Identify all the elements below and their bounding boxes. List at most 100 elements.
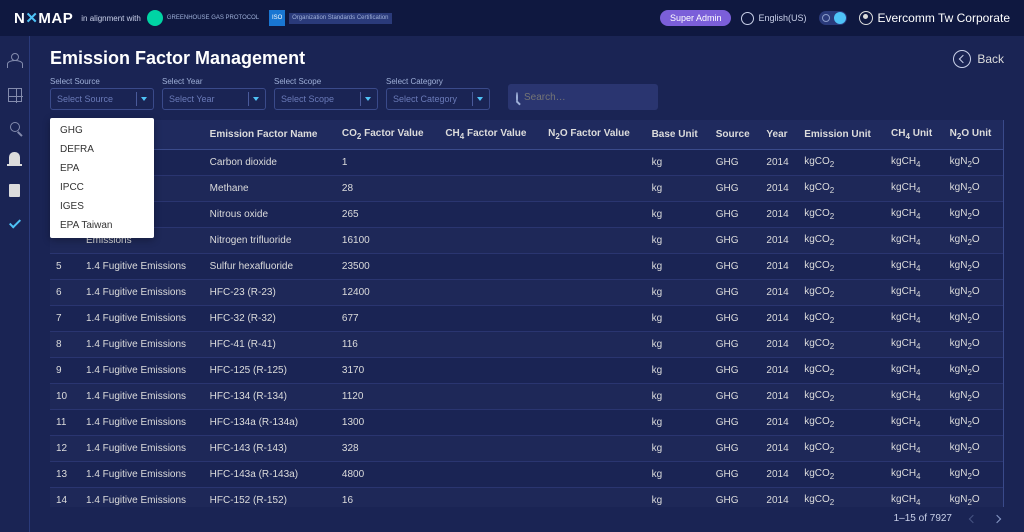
cell: kg: [646, 436, 710, 462]
cell: Sulfur hexafluoride: [204, 254, 336, 280]
cell: kgCO2: [798, 358, 885, 384]
cell: Carbon dioxide: [204, 150, 336, 176]
theme-toggle[interactable]: [819, 11, 847, 25]
cell: [439, 306, 542, 332]
dropdown-item[interactable]: IPCC: [50, 178, 154, 197]
cell: kgCO2: [798, 150, 885, 176]
back-arrow-icon[interactable]: [953, 50, 971, 68]
cell: kg: [646, 410, 710, 436]
table-row[interactable]: EmissionsMethane28kgGHG2014kgCO2kgCH4kgN…: [50, 176, 1003, 202]
filter-category-label: Select Category: [386, 77, 490, 86]
cell: GHG: [710, 176, 761, 202]
filter-scope-select[interactable]: Select Scope: [274, 88, 378, 110]
table-scroll[interactable]: #CategoryEmission Factor NameCO2 Factor …: [50, 120, 1004, 507]
nav-grid-icon[interactable]: [8, 88, 22, 102]
cell: kgCO2: [798, 254, 885, 280]
table-row[interactable]: 71.4 Fugitive EmissionsHFC-32 (R-32)677k…: [50, 306, 1003, 332]
cell: 10: [50, 384, 80, 410]
column-header[interactable]: N2O Factor Value: [542, 120, 645, 150]
table-row[interactable]: 91.4 Fugitive EmissionsHFC-125 (R-125)31…: [50, 358, 1003, 384]
cell: kg: [646, 176, 710, 202]
cell: 2014: [760, 150, 798, 176]
dropdown-item[interactable]: GHG: [50, 121, 154, 140]
table-row[interactable]: 51.4 Fugitive EmissionsSulfur hexafluori…: [50, 254, 1003, 280]
role-badge[interactable]: Super Admin: [660, 10, 732, 26]
cell: kgCO2: [798, 306, 885, 332]
cell: 2014: [760, 280, 798, 306]
nav-bell-icon[interactable]: [9, 152, 20, 164]
pagination-next-button[interactable]: [993, 514, 1001, 522]
cell: 14: [50, 488, 80, 508]
cell: kgN2O: [944, 176, 1003, 202]
cell: HFC-143a (R-143a): [204, 462, 336, 488]
column-header[interactable]: Year: [760, 120, 798, 150]
column-header[interactable]: Emission Unit: [798, 120, 885, 150]
nav-search-icon[interactable]: [10, 122, 20, 132]
cell: [439, 228, 542, 254]
cell: [542, 436, 645, 462]
cell: kgCO2: [798, 436, 885, 462]
cell: kg: [646, 280, 710, 306]
cell: HFC-32 (R-32): [204, 306, 336, 332]
table-row[interactable]: 101.4 Fugitive EmissionsHFC-134 (R-134)1…: [50, 384, 1003, 410]
filter-year-select[interactable]: Select Year: [162, 88, 266, 110]
table-row[interactable]: EmissionsNitrogen trifluoride16100kgGHG2…: [50, 228, 1003, 254]
filter-year-label: Select Year: [162, 77, 266, 86]
nav-user-icon[interactable]: [7, 60, 23, 68]
table-row[interactable]: 111.4 Fugitive EmissionsHFC-134a (R-134a…: [50, 410, 1003, 436]
cell: kgN2O: [944, 410, 1003, 436]
filter-source-select[interactable]: Select Source: [50, 88, 154, 110]
cell: 2014: [760, 488, 798, 508]
chevron-down-icon: [477, 97, 483, 101]
nav-file-icon[interactable]: [9, 184, 20, 197]
column-header[interactable]: CH4 Unit: [885, 120, 944, 150]
cell: kgCO2: [798, 384, 885, 410]
dropdown-item[interactable]: DEFRA: [50, 140, 154, 159]
cell: Methane: [204, 176, 336, 202]
cell: [542, 462, 645, 488]
cell: [542, 202, 645, 228]
column-header[interactable]: CO2 Factor Value: [336, 120, 439, 150]
cell: [542, 384, 645, 410]
table-row[interactable]: 61.4 Fugitive EmissionsHFC-23 (R-23)1240…: [50, 280, 1003, 306]
column-header[interactable]: Emission Factor Name: [204, 120, 336, 150]
column-header[interactable]: N2O Unit: [944, 120, 1003, 150]
dropdown-item[interactable]: EPA Taiwan: [50, 216, 154, 235]
pagination-prev-button[interactable]: [969, 514, 977, 522]
nav-check-icon[interactable]: [9, 217, 20, 231]
table-row[interactable]: 81.4 Fugitive EmissionsHFC-41 (R-41)116k…: [50, 332, 1003, 358]
column-header[interactable]: Base Unit: [646, 120, 710, 150]
cell: HFC-125 (R-125): [204, 358, 336, 384]
filter-category-select[interactable]: Select Category: [386, 88, 490, 110]
user-name[interactable]: Evercomm Tw Corporate: [878, 11, 1011, 25]
cell: kgN2O: [944, 228, 1003, 254]
cell: 265: [336, 202, 439, 228]
column-header[interactable]: CH4 Factor Value: [439, 120, 542, 150]
table-row[interactable]: 121.4 Fugitive EmissionsHFC-143 (R-143)3…: [50, 436, 1003, 462]
table-row[interactable]: EmissionsCarbon dioxide1kgGHG2014kgCO2kg…: [50, 150, 1003, 176]
table-row[interactable]: 141.4 Fugitive EmissionsHFC-152 (R-152)1…: [50, 488, 1003, 508]
language-select[interactable]: English(US): [758, 13, 806, 23]
cell: 677: [336, 306, 439, 332]
cell: Nitrous oxide: [204, 202, 336, 228]
search-input[interactable]: [524, 92, 656, 103]
cell: kgCH4: [885, 384, 944, 410]
cell: kgN2O: [944, 332, 1003, 358]
greenhouse-icon: [147, 10, 163, 26]
back-link[interactable]: Back: [977, 52, 1004, 66]
table-row[interactable]: EmissionsNitrous oxide265kgGHG2014kgCO2k…: [50, 202, 1003, 228]
table-row[interactable]: 131.4 Fugitive EmissionsHFC-143a (R-143a…: [50, 462, 1003, 488]
dropdown-item[interactable]: IGES: [50, 197, 154, 216]
cell: 13: [50, 462, 80, 488]
dropdown-item[interactable]: EPA: [50, 159, 154, 178]
column-header[interactable]: Source: [710, 120, 761, 150]
search-box[interactable]: [508, 84, 658, 110]
cell: kgN2O: [944, 436, 1003, 462]
cell: GHG: [710, 384, 761, 410]
chevron-down-icon: [253, 97, 259, 101]
chevron-down-icon: [365, 97, 371, 101]
cell: 1120: [336, 384, 439, 410]
cell: GHG: [710, 488, 761, 508]
cell: GHG: [710, 436, 761, 462]
cell: kgCH4: [885, 280, 944, 306]
